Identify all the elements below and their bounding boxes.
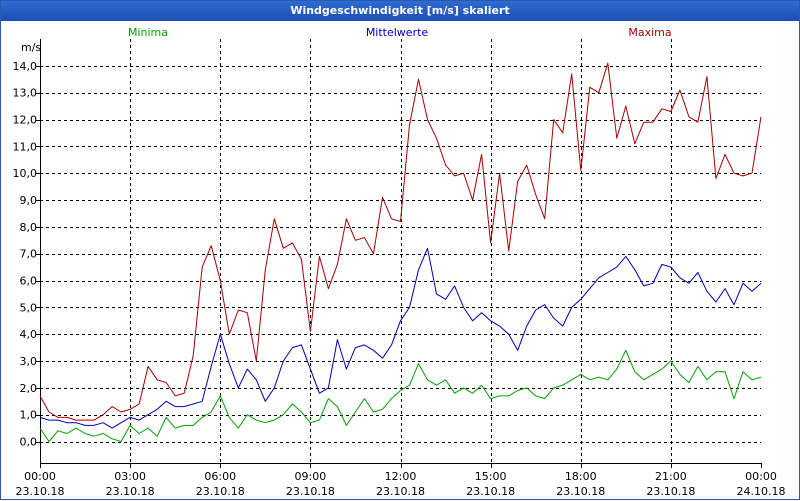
x-tick-time-label: 12:00: [385, 470, 417, 483]
x-axis-ticks: 00:00 23.10.18 03:00 23.10.18 06:00 23.10.18 0…: [16, 463, 786, 498]
series-line-mittelwerte: [39, 247, 762, 429]
y-tick-label: 2,0: [20, 382, 38, 395]
legend: Minima Mittelwerte Maxima: [128, 26, 672, 39]
series-line-minima: [39, 349, 762, 442]
y-tick-label: 7,0: [20, 248, 38, 261]
series-line-maxima: [39, 62, 762, 421]
y-tick-label: 13,0: [13, 87, 38, 100]
y-tick-label: 6,0: [20, 275, 38, 288]
y-tick-label: 9,0: [20, 194, 38, 207]
y-tick-label: 1,0: [20, 409, 38, 422]
x-tick-date-label: 23.10.18: [286, 485, 335, 498]
y-tick-label: 11,0: [13, 140, 38, 153]
x-tick-time-label: 03:00: [114, 470, 146, 483]
y-axis-unit-label: m/s: [21, 41, 41, 54]
y-tick-label: 0,0: [20, 436, 38, 449]
chart-window: Windgeschwindigkeit [m/s] skaliert 0,0 1,…: [0, 0, 800, 500]
x-tick-time-label: 21:00: [655, 470, 687, 483]
x-tick-time-label: 00:00: [745, 470, 777, 483]
x-tick-date-label: 23.10.18: [556, 485, 605, 498]
x-tick-date-label: 23.10.18: [196, 485, 245, 498]
plot-frame: [40, 39, 761, 464]
x-tick-date-label: 23.10.18: [466, 485, 515, 498]
y-tick-label: 5,0: [20, 301, 38, 314]
y-tick-label: 14,0: [13, 60, 38, 73]
y-axis-ticks: 0,0 1,0 2,0 3,0 4,0 5,0 6,0 7,0 8,0 9,0 10,0 11,0 12…: [13, 60, 40, 449]
x-tick-date-label: 23.10.18: [106, 485, 155, 498]
x-tick-time-label: 09:00: [295, 470, 327, 483]
legend-entry-mittelwerte: Mittelwerte: [366, 26, 429, 39]
x-tick-date-label: 23.10.18: [376, 485, 425, 498]
x-tick-time-label: 18:00: [565, 470, 597, 483]
legend-entry-maxima: Maxima: [628, 26, 671, 39]
x-tick-date-label: 23.10.18: [16, 485, 65, 498]
data-series: [39, 62, 762, 442]
chart-area: 0,0 1,0 2,0 3,0 4,0 5,0 6,0 7,0 8,0 9,0 10,0 11,0 12…: [13, 26, 786, 498]
y-tick-label: 8,0: [20, 221, 38, 234]
legend-entry-minima: Minima: [128, 26, 168, 39]
x-tick-time-label: 06:00: [204, 470, 236, 483]
x-tick-time-label: 00:00: [24, 470, 56, 483]
y-tick-label: 4,0: [20, 328, 38, 341]
x-tick-date-label: 24.10.18: [737, 485, 786, 498]
grid-lines: [40, 39, 761, 463]
y-tick-label: 10,0: [13, 167, 38, 180]
y-tick-label: 3,0: [20, 355, 38, 368]
y-tick-label: 12,0: [13, 114, 38, 127]
x-tick-time-label: 15:00: [475, 470, 507, 483]
x-tick-date-label: 23.10.18: [646, 485, 695, 498]
